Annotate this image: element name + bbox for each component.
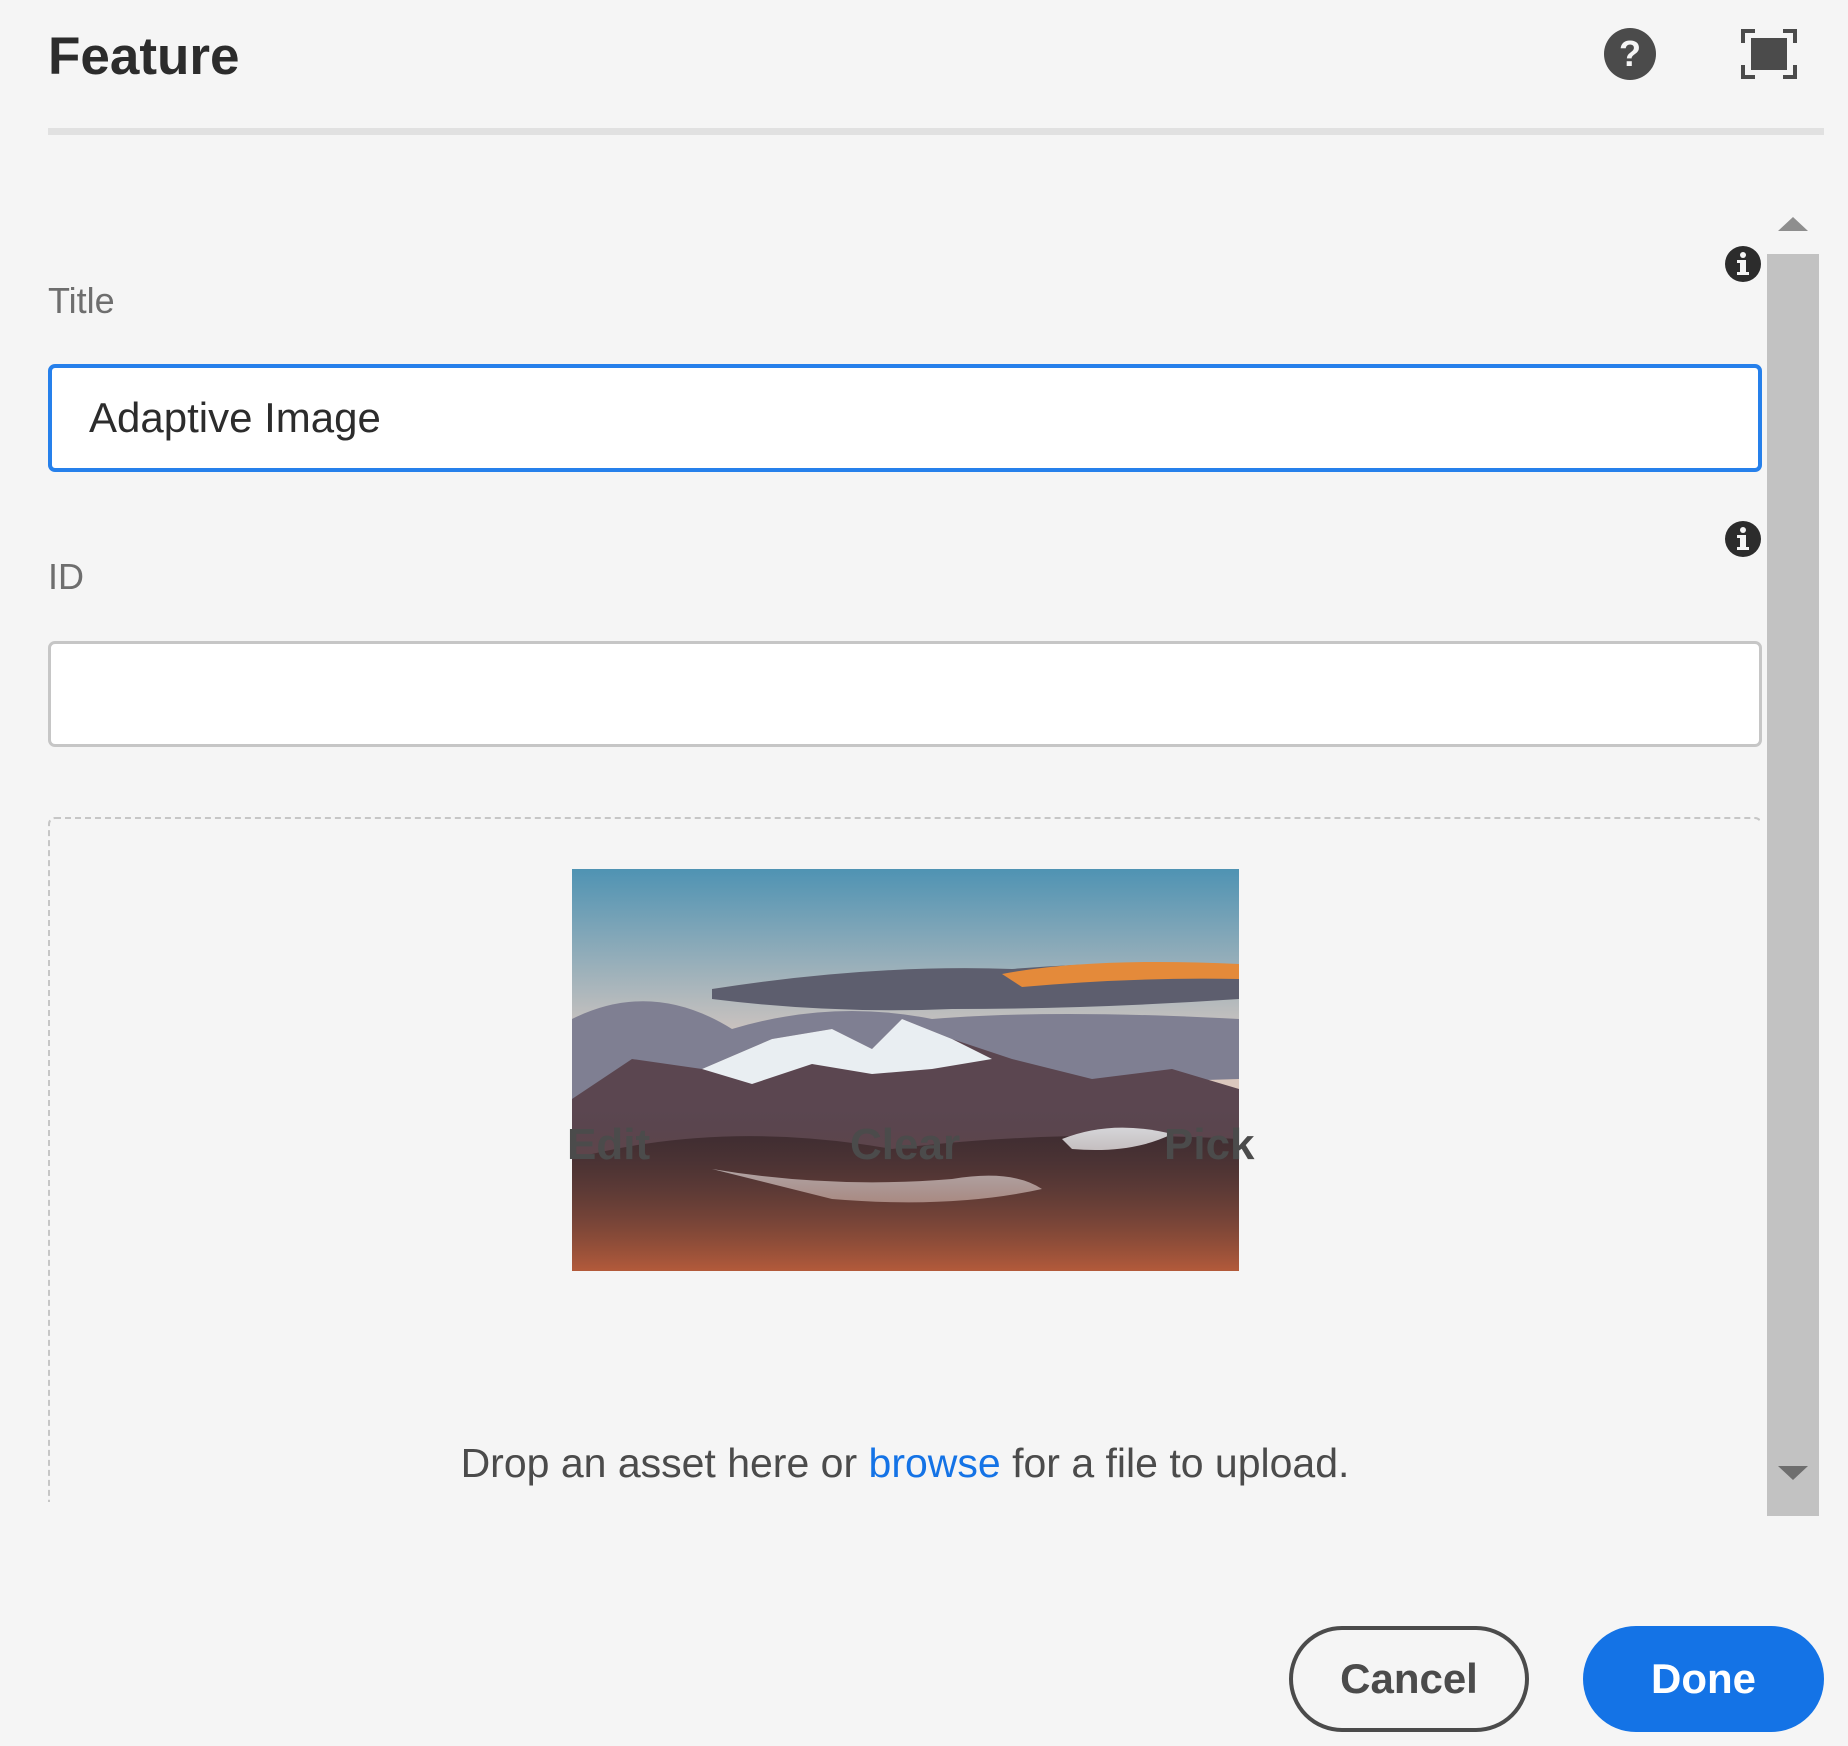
drop-instructions: Drop an asset here or browse for a file … — [0, 1440, 1810, 1487]
done-button[interactable]: Done — [1583, 1626, 1824, 1732]
svg-text:?: ? — [1619, 33, 1641, 74]
cancel-button[interactable]: Cancel — [1289, 1626, 1529, 1732]
header-divider — [48, 128, 1824, 135]
help-icon[interactable]: ? — [1601, 25, 1659, 83]
fullscreen-icon[interactable] — [1740, 25, 1798, 83]
scroll-up-arrow-icon[interactable] — [1778, 217, 1808, 231]
form-scrollbar[interactable] — [1763, 192, 1823, 1516]
drop-suffix: for a file to upload. — [1012, 1440, 1350, 1486]
asset-scroll-viewport — [0, 192, 1760, 1502]
dialog-title: Feature — [48, 27, 240, 86]
edit-button[interactable]: Edit — [567, 1120, 650, 1170]
browse-link[interactable]: browse — [869, 1440, 1001, 1486]
drop-instructions-clip: Drop an asset here or browse for a file … — [0, 1440, 1810, 1502]
scroll-down-arrow-icon[interactable] — [1778, 1466, 1808, 1480]
clear-button[interactable]: Clear — [850, 1120, 960, 1170]
pick-button[interactable]: Pick — [1164, 1120, 1255, 1170]
drop-prefix: Drop an asset here or — [460, 1440, 858, 1486]
scrollbar-thumb[interactable] — [1767, 254, 1819, 1516]
asset-preview-image — [572, 869, 1239, 1271]
